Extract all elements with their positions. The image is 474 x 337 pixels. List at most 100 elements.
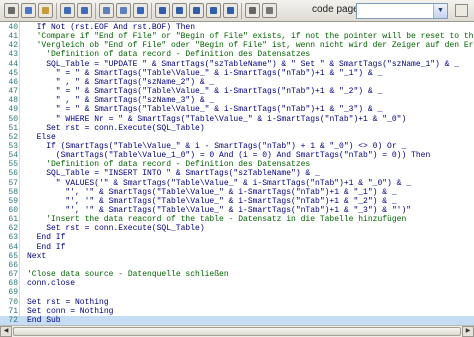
- code-line[interactable]: 48 " , " & SmartTags("szName_3") & _: [0, 96, 474, 105]
- line-number: 52: [8, 132, 18, 142]
- code-line[interactable]: 71 Set conn = Nothing: [0, 307, 474, 316]
- line-number: 57: [8, 178, 18, 188]
- code-statement: " , " & SmartTags("szName_3") & _: [55, 96, 215, 106]
- code-statement: If (SmartTags("Table\Value_" & i - Smart…: [46, 141, 407, 151]
- toolbar-separator: [95, 3, 96, 19]
- code-statement: SQL_Table = "INSERT INTO " & SmartTags("…: [46, 169, 320, 179]
- code-line[interactable]: 69: [0, 288, 474, 297]
- comment-icon[interactable]: [189, 3, 204, 18]
- code-line[interactable]: 61 'Insert the data reacord of the table …: [0, 215, 474, 224]
- line-number: 45: [8, 68, 18, 78]
- copy-icon[interactable]: [21, 3, 36, 18]
- line-number: 40: [8, 23, 18, 32]
- outdent-icon[interactable]: [172, 3, 187, 18]
- line-number: 54: [8, 151, 18, 161]
- undo-icon[interactable]: [60, 3, 75, 18]
- code-statement: " , " & SmartTags("szName_2") & _: [55, 77, 215, 87]
- code-line[interactable]: 44 SQL_Table = "UPDATE " & SmartTags("szT…: [0, 60, 474, 69]
- code-line[interactable]: 62 Set rst = conn.Execute(SQL_Table): [0, 224, 474, 233]
- code-line[interactable]: 64 End If: [0, 243, 474, 252]
- code-line[interactable]: 45 " = " & SmartTags("Table\Value_" & i-S…: [0, 69, 474, 78]
- line-number: 66: [8, 260, 18, 270]
- code-line[interactable]: 54 (SmartTags("Table\Value_1_0") = 0 And …: [0, 151, 474, 160]
- options-icon[interactable]: [262, 3, 277, 18]
- line-number: 67: [8, 270, 18, 280]
- code-line[interactable]: 60 "', '" & SmartTags("Table\Value_" & i-…: [0, 206, 474, 215]
- chevron-down-icon[interactable]: ▼: [433, 4, 447, 18]
- code-statement: Else: [36, 132, 56, 142]
- code-editor[interactable]: 40 If Not (rst.EOF And rst.BOF) Then 41 'Co…: [0, 22, 474, 325]
- code-line[interactable]: 42 'Vergleich ob "End of File" oder "Begi…: [0, 41, 474, 50]
- uncomment-icon[interactable]: [206, 3, 221, 18]
- code-statement: If Not (rst.EOF And rst.BOF) Then: [36, 23, 196, 32]
- code-line[interactable]: 59 "', '" & SmartTags("Table\Value_" & i-…: [0, 197, 474, 206]
- paste-icon-glyph: [42, 7, 49, 14]
- code-line[interactable]: 57 " VALUES('" & SmartTags("Table\Value_"…: [0, 179, 474, 188]
- line-number: 47: [8, 87, 18, 97]
- scrollbar-thumb[interactable]: [13, 327, 461, 336]
- code-line[interactable]: 52 Else: [0, 133, 474, 142]
- code-line[interactable]: 72 End Sub: [0, 315, 474, 325]
- code-statement: Set rst = conn.Execute(SQL_Table): [46, 224, 205, 234]
- code-line[interactable]: 68 conn.close: [0, 279, 474, 288]
- line-number: 50: [8, 114, 18, 124]
- toolbar: code page ▼: [0, 0, 474, 22]
- line-number: 49: [8, 105, 18, 115]
- code-line[interactable]: 66: [0, 261, 474, 270]
- code-line[interactable]: 43 'Definition of data record - Definitio…: [0, 50, 474, 59]
- codepage-dropdown[interactable]: ▼: [356, 3, 448, 19]
- undo-icon-glyph: [64, 7, 71, 14]
- find-icon[interactable]: [99, 3, 114, 18]
- code-line[interactable]: 56 SQL_Table = "INSERT INTO " & SmartTags…: [0, 169, 474, 178]
- code-line[interactable]: 51 Set rst = conn.Execute(SQL_Table): [0, 124, 474, 133]
- line-number: 61: [8, 215, 18, 225]
- scroll-right-icon[interactable]: ▶: [462, 326, 474, 337]
- scroll-left-icon[interactable]: ◀: [0, 326, 12, 337]
- code-line[interactable]: 41 'Compare if "End of File" or "Begin of…: [0, 32, 474, 41]
- code-statement: SQL_Table = "UPDATE " & SmartTags("szTab…: [46, 59, 460, 69]
- code-line[interactable]: 55 'Definition of data record - Definitio…: [0, 160, 474, 169]
- code-statement: End If: [36, 233, 66, 243]
- line-number: 64: [8, 242, 18, 252]
- code-statement: Set rst = Nothing: [27, 297, 109, 307]
- code-statement: " WHERE Nr = " & SmartTags("Table\Value_…: [55, 114, 407, 124]
- replace-icon[interactable]: [116, 3, 131, 18]
- line-number: 70: [8, 297, 18, 307]
- code-comment: 'Vergleich ob "End of File" oder "Begin …: [36, 41, 474, 51]
- code-line[interactable]: 53 If (SmartTags("Table\Value_" & i - Sma…: [0, 142, 474, 151]
- code-line[interactable]: 49 " = " & SmartTags("Table\Value_" & i-S…: [0, 105, 474, 114]
- code-statement: Set conn = Nothing: [27, 306, 114, 316]
- code-comment: 'Definition of data record - Definition …: [46, 50, 311, 60]
- horizontal-scrollbar[interactable]: ◀ ▶: [0, 325, 474, 337]
- find-icon-glyph: [103, 7, 110, 14]
- print-icon-glyph: [249, 7, 256, 14]
- toolbar-menu-button[interactable]: [455, 4, 468, 17]
- code-line[interactable]: 63 End If: [0, 233, 474, 242]
- code-line[interactable]: 58 "', '" & SmartTags("Table\Value_" & i-…: [0, 188, 474, 197]
- bookmark-icon[interactable]: [133, 3, 148, 18]
- code-line[interactable]: 47 " = " & SmartTags("Table\Value_" & i-S…: [0, 87, 474, 96]
- code-line[interactable]: 67 'Close data source - Datenquelle schli…: [0, 270, 474, 279]
- indent-icon[interactable]: [155, 3, 170, 18]
- cut-icon[interactable]: [4, 3, 19, 18]
- paste-icon[interactable]: [38, 3, 53, 18]
- code-comment: 'Definition of data record - Definition …: [46, 160, 311, 170]
- line-number: 62: [8, 224, 18, 234]
- case-icon[interactable]: [223, 3, 238, 18]
- code-line[interactable]: 65 Next: [0, 252, 474, 261]
- code-line[interactable]: 70 Set rst = Nothing: [0, 298, 474, 307]
- line-number: 60: [8, 206, 18, 215]
- line-number: 56: [8, 169, 18, 179]
- uncomment-icon-glyph: [210, 7, 217, 14]
- code-line[interactable]: 50 " WHERE Nr = " & SmartTags("Table\Valu…: [0, 115, 474, 124]
- code-line[interactable]: 46 " , " & SmartTags("szName_2") & _: [0, 78, 474, 87]
- comment-icon-glyph: [193, 7, 200, 14]
- line-number: 51: [8, 123, 18, 133]
- outdent-icon-glyph: [176, 7, 183, 14]
- print-icon[interactable]: [245, 3, 260, 18]
- code-comment: 'Insert the data reacord of the table - …: [46, 215, 407, 225]
- redo-icon[interactable]: [77, 3, 92, 18]
- line-number: 71: [8, 306, 18, 316]
- line-number: 65: [8, 251, 18, 261]
- code-line[interactable]: 40 If Not (rst.EOF And rst.BOF) Then: [0, 23, 474, 32]
